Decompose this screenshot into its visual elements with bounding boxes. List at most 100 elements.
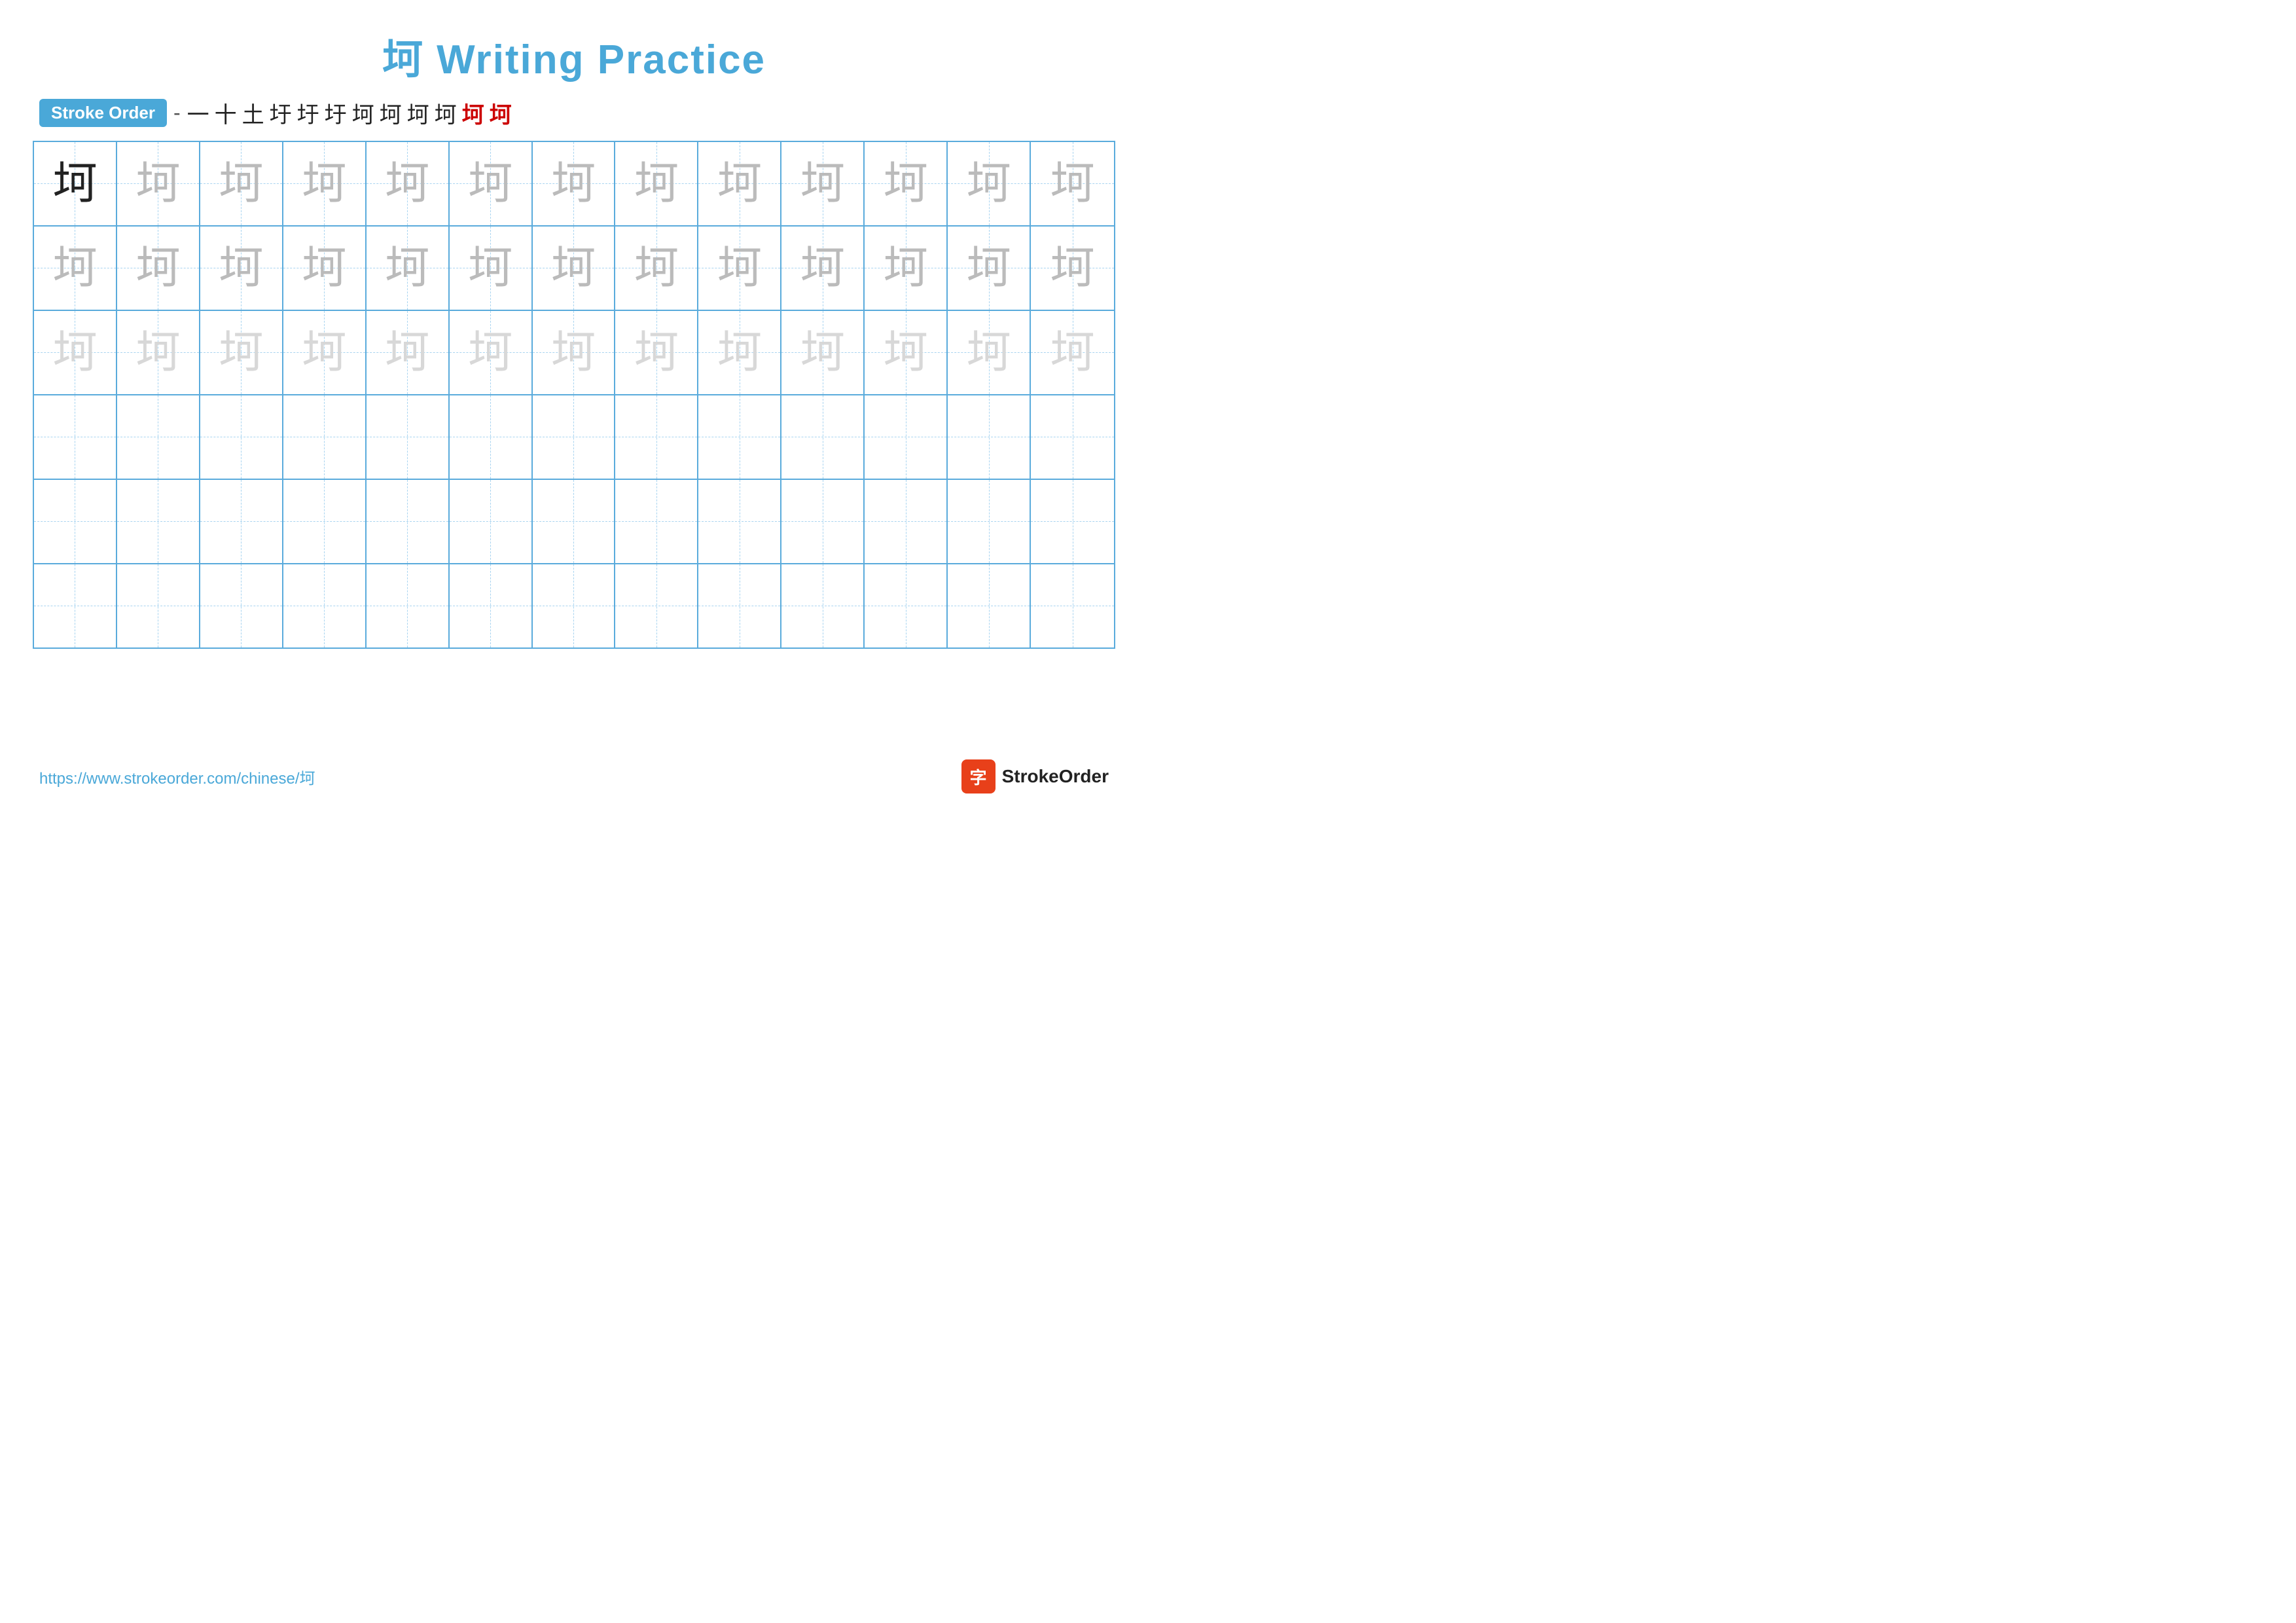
grid-cell[interactable]: 坷: [781, 142, 865, 225]
grid-cell[interactable]: 坷: [450, 227, 533, 310]
grid-cell[interactable]: [615, 480, 698, 563]
cell-character: 坷: [884, 246, 928, 290]
grid-cell[interactable]: 坷: [367, 142, 450, 225]
grid-cell[interactable]: 坷: [698, 227, 781, 310]
grid-cell[interactable]: 坷: [615, 142, 698, 225]
cell-character: 坷: [551, 161, 596, 206]
grid-cell[interactable]: 坷: [34, 142, 117, 225]
stroke-7: 坷: [352, 97, 374, 129]
grid-cell[interactable]: 坷: [283, 227, 367, 310]
grid-cell[interactable]: 坷: [781, 311, 865, 394]
grid-cell[interactable]: [948, 480, 1031, 563]
grid-cell[interactable]: [948, 564, 1031, 647]
grid-cell[interactable]: [34, 564, 117, 647]
grid-cell[interactable]: [533, 480, 616, 563]
grid-cell[interactable]: 坷: [117, 311, 200, 394]
grid-cell[interactable]: 坷: [283, 311, 367, 394]
grid-cell[interactable]: 坷: [948, 311, 1031, 394]
grid-cell[interactable]: [367, 564, 450, 647]
stroke-2: 十: [215, 97, 237, 129]
grid-cell[interactable]: 坷: [865, 311, 948, 394]
grid-cell[interactable]: 坷: [1031, 142, 1114, 225]
cell-character: 坷: [302, 246, 346, 290]
grid-cell[interactable]: 坷: [781, 227, 865, 310]
grid-cell[interactable]: [533, 395, 616, 479]
grid-cell[interactable]: [698, 395, 781, 479]
grid-cell[interactable]: [615, 564, 698, 647]
cell-character: 坷: [717, 246, 762, 290]
grid-cell[interactable]: [1031, 480, 1114, 563]
grid-cell[interactable]: [781, 480, 865, 563]
logo-text: StrokeOrder: [1002, 766, 1109, 787]
grid-cell[interactable]: 坷: [200, 311, 283, 394]
grid-cell[interactable]: [865, 564, 948, 647]
grid-cell[interactable]: 坷: [367, 311, 450, 394]
grid-cell[interactable]: [283, 480, 367, 563]
grid-cell[interactable]: 坷: [200, 227, 283, 310]
grid-cell[interactable]: 坷: [1031, 227, 1114, 310]
grid-cell[interactable]: 坷: [615, 227, 698, 310]
cell-character: 坷: [967, 330, 1011, 374]
grid-row: 坷坷坷坷坷坷坷坷坷坷坷坷坷: [34, 227, 1114, 311]
cell-character: 坷: [1050, 246, 1095, 290]
grid-cell[interactable]: 坷: [34, 311, 117, 394]
grid-cell[interactable]: [450, 564, 533, 647]
grid-cell[interactable]: 坷: [865, 227, 948, 310]
grid-cell[interactable]: [367, 395, 450, 479]
cell-character: 坷: [135, 161, 180, 206]
grid-cell[interactable]: [283, 395, 367, 479]
grid-cell[interactable]: 坷: [698, 142, 781, 225]
grid-cell[interactable]: 坷: [367, 227, 450, 310]
grid-cell[interactable]: [865, 480, 948, 563]
grid-cell[interactable]: [450, 395, 533, 479]
grid-cell[interactable]: [367, 480, 450, 563]
grid-cell[interactable]: [34, 395, 117, 479]
grid-cell[interactable]: [200, 480, 283, 563]
grid-cell[interactable]: 坷: [948, 227, 1031, 310]
grid-cell[interactable]: [781, 395, 865, 479]
grid-cell[interactable]: 坷: [533, 142, 616, 225]
grid-cell[interactable]: 坷: [450, 142, 533, 225]
grid-cell[interactable]: [781, 564, 865, 647]
grid-cell[interactable]: 坷: [450, 311, 533, 394]
grid-cell[interactable]: 坷: [1031, 311, 1114, 394]
cell-character: 坷: [967, 246, 1011, 290]
stroke-order-badge: Stroke Order: [39, 99, 167, 127]
stroke-sequence: 一 十 土 圩 圩 圩 坷 坷 坷 坷 坷 坷: [187, 97, 512, 129]
cell-character: 坷: [219, 246, 263, 290]
grid-cell[interactable]: 坷: [533, 227, 616, 310]
cell-character: 坷: [634, 330, 679, 374]
grid-cell[interactable]: 坷: [698, 311, 781, 394]
grid-cell[interactable]: [865, 395, 948, 479]
grid-cell[interactable]: [1031, 564, 1114, 647]
grid-cell[interactable]: [200, 564, 283, 647]
grid-cell[interactable]: 坷: [948, 142, 1031, 225]
grid-cell[interactable]: [698, 564, 781, 647]
grid-cell[interactable]: 坷: [865, 142, 948, 225]
grid-cell[interactable]: [1031, 395, 1114, 479]
grid-cell[interactable]: [948, 395, 1031, 479]
grid-cell[interactable]: 坷: [533, 311, 616, 394]
grid-cell[interactable]: 坷: [117, 227, 200, 310]
grid-cell[interactable]: 坷: [117, 142, 200, 225]
cell-character: 坷: [468, 161, 512, 206]
stroke-5: 圩: [297, 97, 319, 129]
grid-cell[interactable]: [698, 480, 781, 563]
stroke-11: 坷: [462, 97, 484, 129]
grid-cell[interactable]: [117, 395, 200, 479]
grid-cell[interactable]: 坷: [200, 142, 283, 225]
grid-cell[interactable]: [533, 564, 616, 647]
grid-cell[interactable]: [200, 395, 283, 479]
grid-cell[interactable]: [34, 480, 117, 563]
cell-character: 坷: [1050, 330, 1095, 374]
grid-cell[interactable]: 坷: [283, 142, 367, 225]
grid-cell[interactable]: [117, 480, 200, 563]
grid-cell[interactable]: [450, 480, 533, 563]
cell-character: 坷: [800, 246, 845, 290]
grid-cell[interactable]: 坷: [34, 227, 117, 310]
grid-cell[interactable]: [283, 564, 367, 647]
cell-character: 坷: [800, 330, 845, 374]
grid-cell[interactable]: [615, 395, 698, 479]
grid-cell[interactable]: [117, 564, 200, 647]
grid-cell[interactable]: 坷: [615, 311, 698, 394]
